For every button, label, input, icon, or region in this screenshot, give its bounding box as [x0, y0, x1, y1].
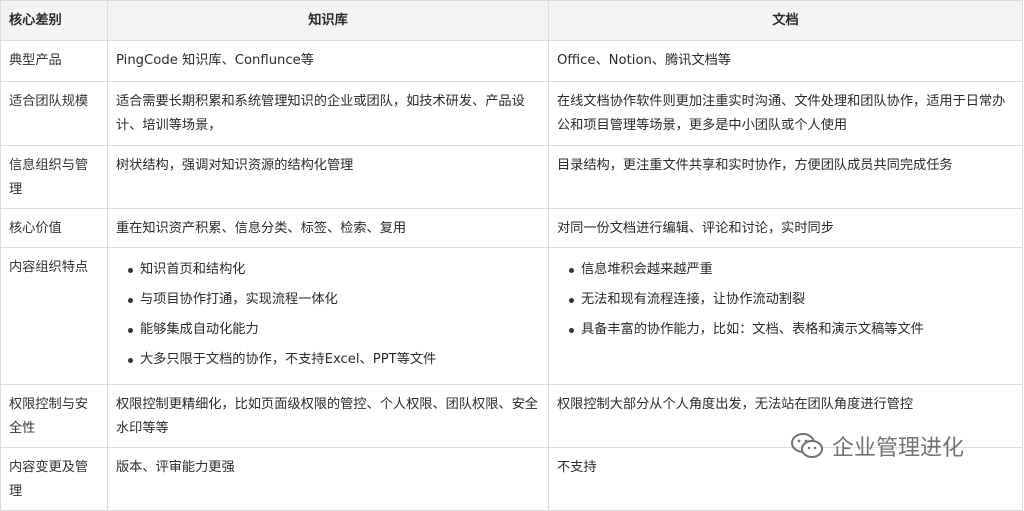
- table-header-row: 核心差别 知识库 文档: [0, 0, 1023, 41]
- doc-cell: 权限控制大部分从个人角度出发，无法站在团队角度进行管控: [548, 384, 1023, 448]
- list-item: 信息堆积会越来越严重: [569, 258, 1014, 288]
- doc-cell: 对同一份文档进行编辑、评论和讨论，实时同步: [548, 208, 1023, 248]
- table-row: 内容组织特点 知识首页和结构化 与项目协作打通，实现流程一体化 能够集成自动化能…: [0, 247, 1023, 385]
- row-label: 内容变更及管理: [0, 447, 108, 511]
- row-label: 信息组织与管理: [0, 145, 108, 209]
- row-label: 典型产品: [0, 40, 108, 82]
- row-label: 核心价值: [0, 208, 108, 248]
- doc-cell: 信息堆积会越来越严重 无法和现有流程连接，让协作流动割裂 具备丰富的协作能力，比…: [548, 247, 1023, 385]
- doc-cell: 目录结构，更注重文件共享和实时协作，方便团队成员共同完成任务: [548, 145, 1023, 209]
- list-item: 大多只限于文档的协作，不支持Excel、PPT等文件: [128, 348, 540, 378]
- kb-cell: 树状结构，强调对知识资源的结构化管理: [107, 145, 549, 209]
- bullet-icon: [128, 268, 133, 273]
- kb-cell: 版本、评审能力更强: [107, 447, 549, 511]
- table-row: 典型产品 PingCode 知识库、Conflunce等 Office、Noti…: [0, 40, 1023, 82]
- doc-cell: 不支持: [548, 447, 1023, 511]
- header-knowledge-base: 知识库: [107, 0, 549, 41]
- list-item: 能够集成自动化能力: [128, 318, 540, 348]
- list-item: 无法和现有流程连接，让协作流动割裂: [569, 288, 1014, 318]
- kb-cell: 重在知识资产积累、信息分类、标签、检索、复用: [107, 208, 549, 248]
- kb-cell: 知识首页和结构化 与项目协作打通，实现流程一体化 能够集成自动化能力 大多只限于…: [107, 247, 549, 385]
- doc-feature-list: 信息堆积会越来越严重 无法和现有流程连接，让协作流动割裂 具备丰富的协作能力，比…: [557, 256, 1014, 348]
- table-row: 核心价值 重在知识资产积累、信息分类、标签、检索、复用 对同一份文档进行编辑、评…: [0, 208, 1023, 248]
- table-row: 内容变更及管理 版本、评审能力更强 不支持: [0, 447, 1023, 511]
- row-label: 适合团队规模: [0, 81, 108, 146]
- list-item: 知识首页和结构化: [128, 258, 540, 288]
- kb-cell: PingCode 知识库、Conflunce等: [107, 40, 549, 82]
- table-row: 适合团队规模 适合需要长期积累和系统管理知识的企业或团队，如技术研发、产品设计、…: [0, 81, 1023, 146]
- list-item: 具备丰富的协作能力，比如：文档、表格和演示文稿等文件: [569, 318, 1014, 348]
- comparison-table: 核心差别 知识库 文档 典型产品 PingCode 知识库、Conflunce等…: [0, 0, 1023, 511]
- doc-cell: Office、Notion、腾讯文档等: [548, 40, 1023, 82]
- bullet-icon: [128, 328, 133, 333]
- kb-cell: 权限控制更精细化，比如页面级权限的管控、个人权限、团队权限、安全水印等等: [107, 384, 549, 448]
- row-label: 内容组织特点: [0, 247, 108, 385]
- list-item: 与项目协作打通，实现流程一体化: [128, 288, 540, 318]
- header-core-difference: 核心差别: [0, 0, 108, 41]
- row-label: 权限控制与安全性: [0, 384, 108, 448]
- bullet-icon: [128, 298, 133, 303]
- doc-cell: 在线文档协作软件则更加注重实时沟通、文件处理和团队协作，适用于日常办公和项目管理…: [548, 81, 1023, 146]
- table-row: 信息组织与管理 树状结构，强调对知识资源的结构化管理 目录结构，更注重文件共享和…: [0, 145, 1023, 209]
- bullet-icon: [569, 268, 574, 273]
- kb-feature-list: 知识首页和结构化 与项目协作打通，实现流程一体化 能够集成自动化能力 大多只限于…: [116, 256, 540, 378]
- header-document: 文档: [548, 0, 1023, 41]
- table-row: 权限控制与安全性 权限控制更精细化，比如页面级权限的管控、个人权限、团队权限、安…: [0, 384, 1023, 448]
- bullet-icon: [128, 358, 133, 363]
- bullet-icon: [569, 328, 574, 333]
- kb-cell: 适合需要长期积累和系统管理知识的企业或团队，如技术研发、产品设计、培训等场景，: [107, 81, 549, 146]
- bullet-icon: [569, 298, 574, 303]
